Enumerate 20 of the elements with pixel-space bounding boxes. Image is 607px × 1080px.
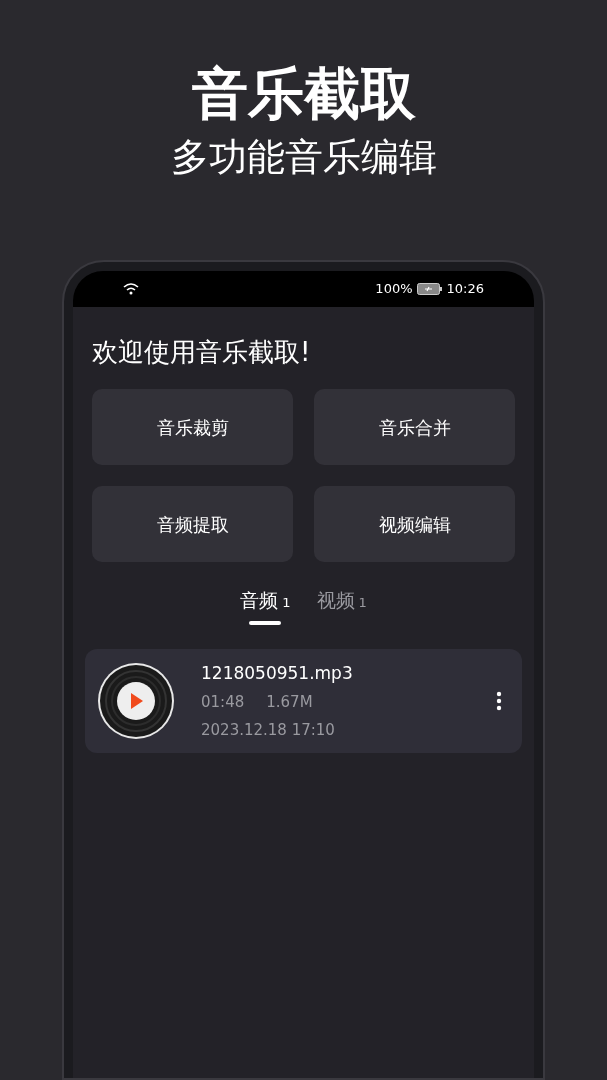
feature-button[interactable]: 视频编辑	[314, 486, 515, 562]
vinyl-record-icon[interactable]	[97, 661, 175, 740]
date: 2023.12.18 17:10	[201, 719, 336, 740]
feature-button[interactable]: 音乐裁剪	[92, 389, 293, 465]
battery-icon	[416, 283, 443, 295]
file-size: 1.67M	[266, 691, 313, 712]
subtitle: 多功能音乐编辑	[170, 134, 437, 180]
greeting: 欢迎使用音乐截取!	[92, 336, 312, 369]
tab[interactable]: 视频 1	[316, 586, 367, 625]
file-name: 1218050951.mp3	[201, 661, 354, 684]
battery-percent: 100%	[375, 280, 413, 299]
feature-button[interactable]: 音乐合并	[314, 389, 515, 465]
file-card[interactable]: 1218050951.mp3 01:48 1.67M 2023.12.18 17:10	[85, 648, 522, 753]
clock: 10:26	[446, 280, 484, 299]
wifi-icon	[123, 283, 139, 295]
feature-button[interactable]: 音频提取	[92, 486, 293, 562]
duration: 01:48	[201, 691, 245, 712]
headline: 音乐截取	[191, 62, 416, 126]
tab[interactable]: 音频 1	[240, 586, 291, 625]
more-icon[interactable]	[496, 690, 502, 711]
